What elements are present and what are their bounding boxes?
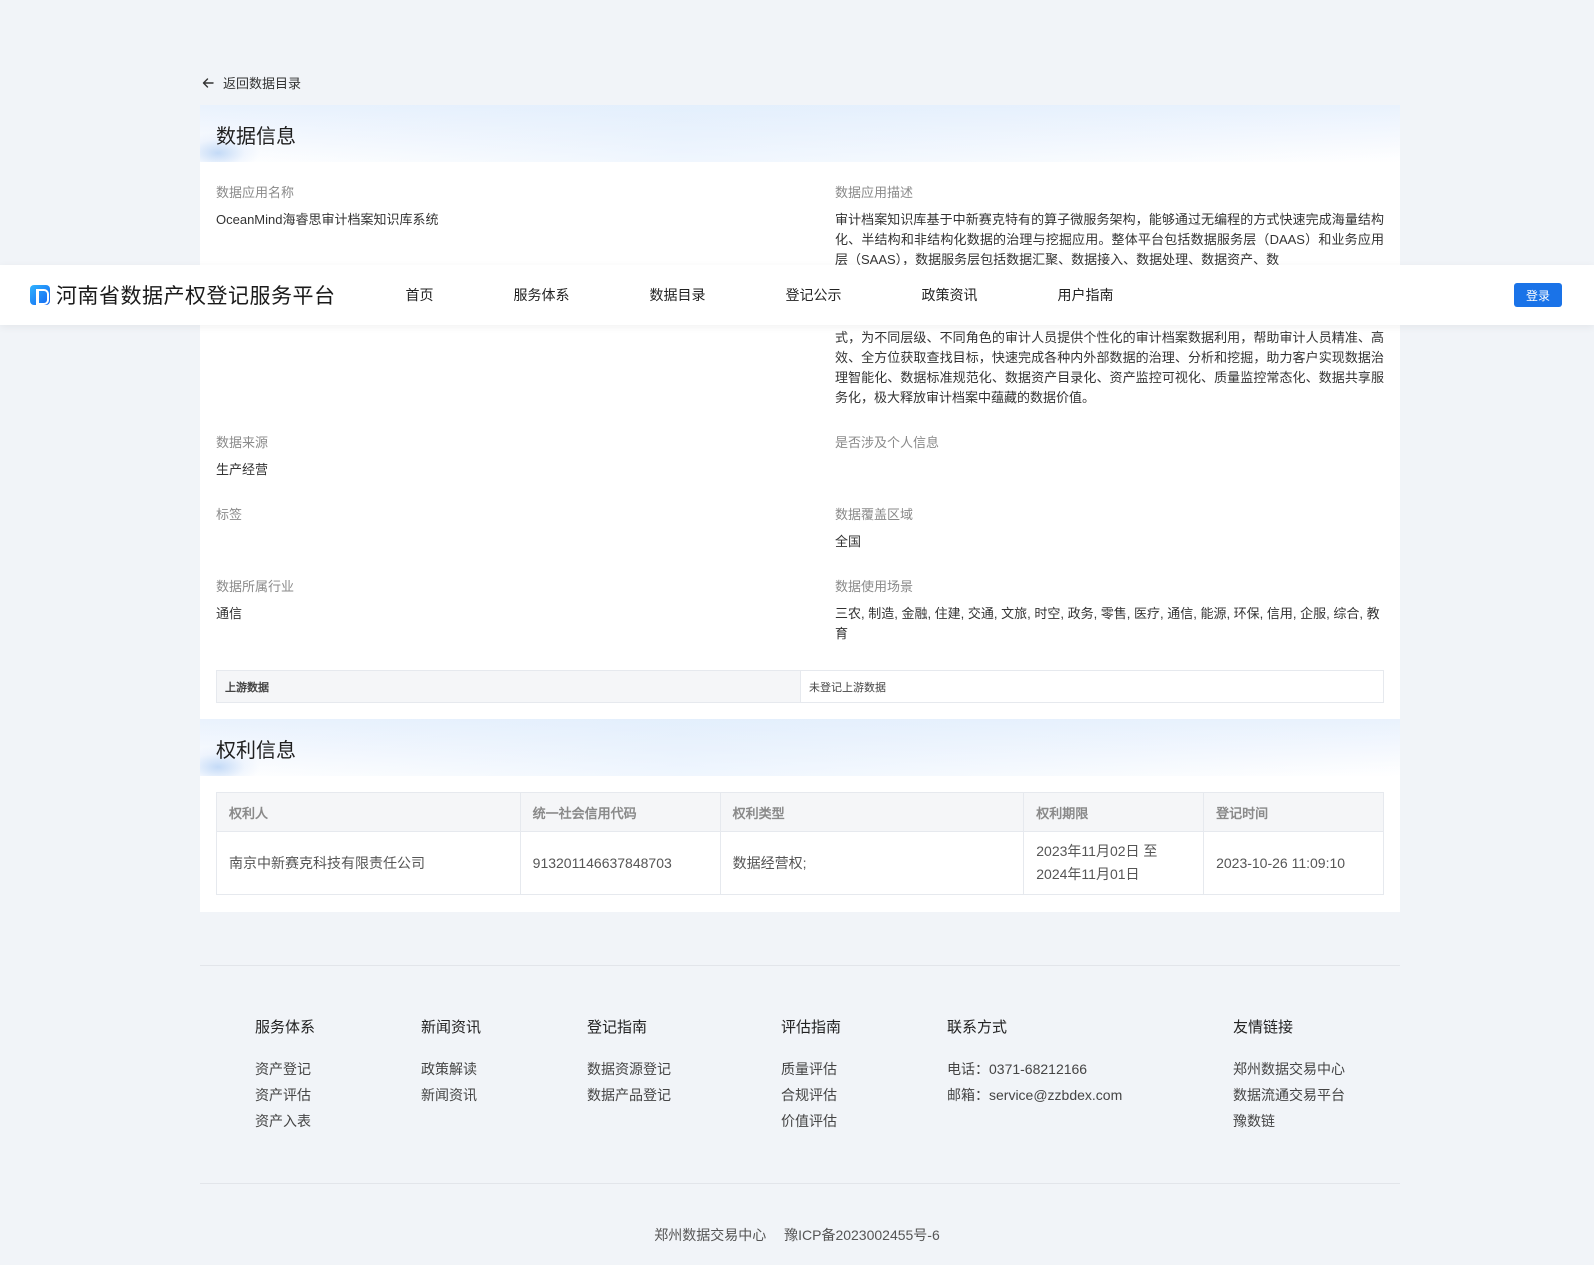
field-value: 全国: [835, 534, 862, 549]
data-info-header: 数据信息: [200, 105, 1400, 162]
period-end: 2024年11月01日: [1036, 866, 1140, 882]
footer-col-title: 登记指南: [587, 1019, 648, 1036]
nav-item-registry-notice[interactable]: 登记公示: [786, 285, 922, 305]
field-industry: 数据所属行业 通信: [216, 578, 835, 644]
footer-divider-bottom: [200, 1183, 1400, 1184]
footer-link[interactable]: 价值评估: [781, 1108, 841, 1134]
nav-item-user-guide[interactable]: 用户指南: [1058, 285, 1178, 305]
footer-col-evaluation-guide: 评估指南 质量评估 合规评估 价值评估: [781, 1018, 841, 1134]
field-label: 数据应用描述: [835, 185, 914, 200]
nav-item-policy-news[interactable]: 政策资讯: [922, 285, 1058, 305]
footer-col-registry-guide: 登记指南 数据资源登记 数据产品登记: [587, 1018, 671, 1108]
nav-item-home[interactable]: 首页: [406, 285, 514, 305]
field-coverage: 数据覆盖区域 全国: [835, 506, 1384, 552]
arrow-left-icon: [202, 77, 214, 88]
cell-reg-time: 2023-10-26 11:09:10: [1203, 831, 1384, 895]
copyright-bar: 郑州数据交易中心 豫ICP备2023002455号-6: [0, 1225, 1594, 1245]
field-source: 数据来源 生产经营: [216, 434, 835, 480]
cell-credit-code: 913201146637848703: [519, 831, 721, 895]
field-value: 通信: [216, 606, 243, 621]
footer-col-contact: 联系方式 电话：0371-68212166 邮箱：service@zzbdex.…: [947, 1018, 1122, 1108]
footer-col-services: 服务体系 资产登记 资产评估 资产入表: [255, 1018, 315, 1134]
desc-text-top: 审计档案知识库基于中新赛克特有的算子微服务架构，能够通过无编程的方式快速完成海量…: [835, 212, 1384, 267]
nav-item-services[interactable]: 服务体系: [514, 285, 650, 305]
period-start: 2023年11月02日 至: [1036, 843, 1158, 859]
table-header-row: 权利人 统一社会信用代码 权利类型 权利期限 登记时间: [216, 792, 1384, 832]
footer-link[interactable]: 数据流通交易平台: [1233, 1082, 1345, 1108]
col-header-credit-code: 统一社会信用代码: [519, 792, 721, 832]
brand[interactable]: 河南省数据产权登记服务平台: [30, 280, 336, 310]
footer-link[interactable]: 政策解读: [421, 1056, 481, 1082]
field-label: 数据来源: [216, 435, 269, 450]
cell-holder: 南京中新赛克科技有限责任公司: [216, 831, 521, 895]
field-value: OceanMind海睿思审计档案知识库系统: [216, 212, 439, 227]
upstream-label: 上游数据: [217, 671, 801, 702]
footer-link[interactable]: 数据资源登记: [587, 1056, 671, 1082]
platform-logo-icon: [30, 285, 50, 305]
col-header-reg-time: 登记时间: [1203, 792, 1384, 832]
detail-card: 数据信息 数据应用名称 OceanMind海睿思审计档案知识库系统 数据应用描述…: [200, 105, 1400, 912]
footer-link[interactable]: 郑州数据交易中心: [1233, 1056, 1345, 1082]
footer-link[interactable]: 质量评估: [781, 1056, 841, 1082]
footer-col-title: 服务体系: [255, 1019, 316, 1036]
footer-col-title: 联系方式: [947, 1019, 1008, 1036]
upstream-value: 未登记上游数据: [809, 681, 886, 694]
field-label: 数据应用名称: [216, 185, 295, 200]
login-button[interactable]: 登录: [1514, 283, 1562, 307]
field-personal-info: 是否涉及个人信息: [835, 434, 1384, 480]
cell-right-type: 数据经营权;: [719, 831, 1025, 895]
footer-col-friend-links: 友情链接 郑州数据交易中心 数据流通交易平台 豫数链: [1233, 1018, 1345, 1134]
back-link-label: 返回数据目录: [223, 76, 302, 91]
rights-info-header: 权利信息: [200, 719, 1400, 776]
top-navigation-bar: 河南省数据产权登记服务平台 首页 服务体系 数据目录 登记公示 政策资讯 用户指…: [0, 265, 1594, 325]
footer-col-news: 新闻资讯 政策解读 新闻资讯: [421, 1018, 481, 1108]
footer-col-title: 新闻资讯: [421, 1019, 482, 1036]
field-label: 数据覆盖区域: [835, 507, 914, 522]
footer-columns: 服务体系 资产登记 资产评估 资产入表 新闻资讯 政策解读 新闻资讯 登记指南 …: [0, 1018, 1594, 1138]
field-tags: 标签: [216, 506, 835, 552]
footer-link[interactable]: 资产登记: [255, 1056, 315, 1082]
copyright-org: 郑州数据交易中心: [654, 1227, 767, 1243]
nav-item-catalog[interactable]: 数据目录: [650, 285, 786, 305]
footer-email[interactable]: 邮箱：service@zzbdex.com: [947, 1082, 1122, 1108]
footer-divider-top: [200, 965, 1400, 966]
col-header-holder: 权利人: [216, 792, 521, 832]
col-header-period: 权利期限: [1023, 792, 1205, 832]
footer-col-title: 评估指南: [781, 1019, 842, 1036]
rights-info-title: 权利信息: [216, 740, 296, 762]
field-value: [835, 460, 1384, 480]
nav-menu: 首页 服务体系 数据目录 登记公示 政策资讯 用户指南: [406, 285, 1178, 305]
cell-period: 2023年11月02日 至 2024年11月01日: [1023, 831, 1205, 895]
field-value: [216, 532, 835, 552]
footer-phone: 电话：0371-68212166: [947, 1061, 1088, 1077]
field-label: 数据所属行业: [216, 579, 295, 594]
desc-text-bottom: 式，为不同层级、不同角色的审计人员提供个性化的审计档案数据利用，帮助审计人员精准…: [835, 330, 1384, 405]
footer-link[interactable]: 新闻资讯: [421, 1082, 481, 1108]
data-info-title: 数据信息: [216, 126, 296, 148]
icp-number[interactable]: 豫ICP备2023002455号-6: [784, 1227, 940, 1243]
data-info-grid: 数据应用名称 OceanMind海睿思审计档案知识库系统 数据应用描述 审计档案…: [200, 162, 1400, 670]
footer-link[interactable]: 数据产品登记: [587, 1082, 671, 1108]
rights-table: 权利人 统一社会信用代码 权利类型 权利期限 登记时间 南京中新赛克科技有限责任…: [216, 792, 1384, 895]
table-row: 南京中新赛克科技有限责任公司 913201146637848703 数据经营权;…: [216, 831, 1384, 895]
back-to-catalog-link[interactable]: 返回数据目录: [201, 73, 301, 92]
footer-link[interactable]: 资产入表: [255, 1108, 315, 1134]
footer-link[interactable]: 合规评估: [781, 1082, 841, 1108]
footer-col-title: 友情链接: [1233, 1019, 1294, 1036]
brand-name: 河南省数据产权登记服务平台: [56, 285, 336, 308]
field-label: 数据使用场景: [835, 579, 914, 594]
col-header-right-type: 权利类型: [719, 792, 1025, 832]
field-label: 标签: [216, 507, 243, 522]
footer-link[interactable]: 资产评估: [255, 1082, 315, 1108]
footer-link[interactable]: 豫数链: [1233, 1108, 1345, 1134]
field-value: 生产经营: [216, 462, 269, 477]
upstream-data-row: 上游数据 未登记上游数据: [216, 670, 1384, 703]
field-scenarios: 数据使用场景 三农, 制造, 金融, 住建, 交通, 文旅, 时空, 政务, 零…: [835, 578, 1384, 644]
field-label: 是否涉及个人信息: [835, 435, 940, 450]
field-value: 三农, 制造, 金融, 住建, 交通, 文旅, 时空, 政务, 零售, 医疗, …: [835, 606, 1380, 641]
